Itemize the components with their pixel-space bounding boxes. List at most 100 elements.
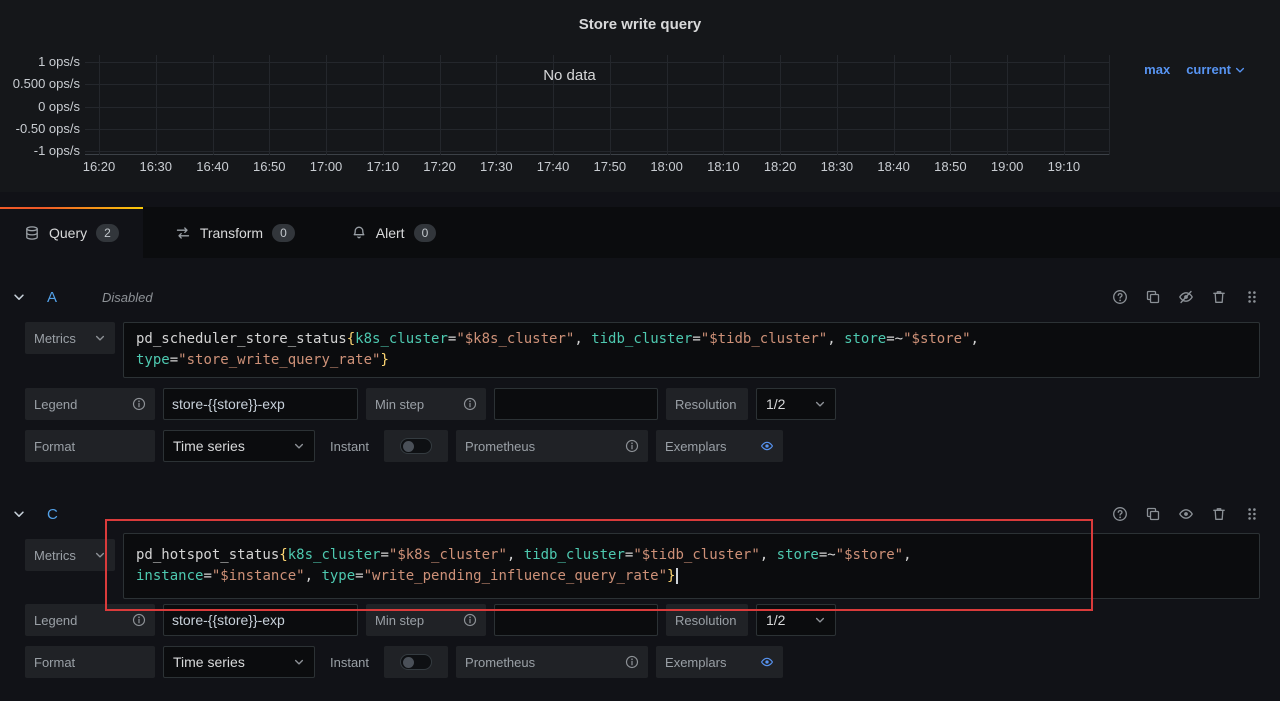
format-label: Format [25,430,155,462]
grid-vline [439,55,441,155]
resolution-label: Resolution [666,388,748,420]
grid-vline [836,55,838,155]
tab-query-label: Query [49,224,88,241]
format-label: Format [25,646,155,678]
query-c-ref-id[interactable]: C [47,506,58,523]
chevron-down-icon [815,401,825,407]
grid-vline [326,55,328,155]
code-line: type="store_write_query_rate"} [136,352,389,368]
min-step-input[interactable] [494,388,658,420]
legend-input[interactable] [163,604,358,636]
tabbar: Query 2 Transform 0 Alert 0 [0,207,1280,258]
info-icon[interactable] [132,613,146,627]
exemplars-label: Exemplars [656,646,784,678]
info-icon[interactable] [463,613,477,627]
help-icon[interactable] [1112,506,1128,522]
legend-input[interactable] [163,388,358,420]
min-step-input[interactable] [494,604,658,636]
legend-current-label: current [1186,62,1231,77]
toggle-switch [400,654,433,670]
grid-hline [85,84,1109,86]
eye-icon[interactable] [760,655,774,669]
plot-area: No data [85,55,1110,155]
panel-title[interactable]: Store write query [0,16,1280,33]
legend-max[interactable]: max [1144,62,1170,77]
query-a-header: A Disabled [0,281,1280,313]
x-tick-label: 18:30 [820,159,854,174]
tab-query[interactable]: Query 2 [0,207,143,258]
query-a-options-row-1: Legend Min step Resolution 1/2 [25,388,836,420]
resolution-select[interactable]: 1/2 [756,604,836,636]
resolution-select[interactable]: 1/2 [756,388,836,420]
x-tick-label: 17:10 [366,159,400,174]
info-icon[interactable] [463,397,477,411]
duplicate-icon[interactable] [1145,506,1161,522]
eye-icon[interactable] [1178,506,1194,522]
drag-handle-icon[interactable] [1244,506,1260,522]
tab-transform-label: Transform [199,224,264,241]
code-line: pd_hotspot_status{k8s_cluster="$k8s_clus… [136,547,912,563]
x-tick-label: 17:30 [480,159,513,174]
query-c-editor: Metrics pd_hotspot_status{k8s_cluster="$… [25,533,1260,599]
duplicate-icon[interactable] [1145,289,1161,305]
query-a-actions [1112,289,1260,305]
toggle-knob [403,440,415,452]
prometheus-label: Prometheus [456,430,649,462]
grid-hline [85,128,1109,130]
trash-icon[interactable] [1211,506,1227,522]
grid-vline [950,55,952,155]
trash-icon[interactable] [1211,289,1227,305]
instant-label: Instant [330,654,370,670]
x-axis-line [85,154,1109,155]
grid-vline [666,55,668,155]
x-tick-label: 18:10 [707,159,740,174]
grid-vline [99,55,100,155]
metrics-dropdown[interactable]: Metrics [25,539,115,571]
drag-handle-icon[interactable] [1244,289,1260,305]
x-tick-label: 16:40 [196,159,229,174]
instant-toggle[interactable] [384,430,449,462]
info-icon[interactable] [625,655,639,669]
help-icon[interactable] [1112,289,1128,305]
tab-transform[interactable]: Transform 0 [151,207,319,258]
tab-transform-count-badge: 0 [272,223,295,242]
legend-current[interactable]: current [1186,62,1246,77]
toggle-switch [400,438,433,454]
grid-hline [85,106,1109,108]
tab-alert-count-badge: 0 [413,223,437,242]
collapse-chevron-icon[interactable] [12,507,26,521]
x-tick-label: 17:00 [309,159,343,174]
eye-icon[interactable] [760,439,774,453]
x-tick-label: 19:00 [990,159,1024,174]
database-icon [26,225,38,240]
chevron-down-icon [294,659,304,665]
metrics-label: Metrics [34,330,76,346]
info-icon[interactable] [132,397,146,411]
grid-vline [780,55,782,155]
metrics-label: Metrics [34,547,76,563]
format-select[interactable]: Time series [163,430,315,462]
query-a-code-editor[interactable]: pd_scheduler_store_status{k8s_cluster="$… [123,322,1260,378]
tab-alert[interactable]: Alert 0 [327,207,460,258]
info-icon[interactable] [625,439,639,453]
instant-toggle[interactable] [384,646,449,678]
metrics-dropdown[interactable]: Metrics [25,322,115,354]
x-tick-label: 19:10 [1047,159,1081,174]
query-a-options-row-2: Format Time series Instant Prometheus Ex… [25,430,784,462]
format-select[interactable]: Time series [163,646,315,678]
x-tick-label: 17:40 [536,159,570,174]
x-tick-label: 18:40 [877,159,910,174]
query-a-ref-id[interactable]: A [47,289,57,306]
grid-vline [212,55,214,155]
query-c-code-editor[interactable]: pd_hotspot_status{k8s_cluster="$k8s_clus… [123,533,1260,599]
code-line: pd_scheduler_store_status{k8s_cluster="$… [136,331,979,347]
query-c-options-row-1: Legend Min step Resolution 1/2 [25,604,836,636]
grid-vline [269,55,271,155]
tab-alert-label: Alert [375,224,405,241]
panel-chart: Store write query max current No data 16… [0,0,1280,192]
y-tick-label: -0.50 ops/s [15,120,80,136]
code-line: instance="$instance", type="write_pendin… [136,566,1247,587]
collapse-chevron-icon[interactable] [12,290,26,304]
eye-slash-icon[interactable] [1178,289,1194,305]
chevron-down-icon [294,443,304,449]
